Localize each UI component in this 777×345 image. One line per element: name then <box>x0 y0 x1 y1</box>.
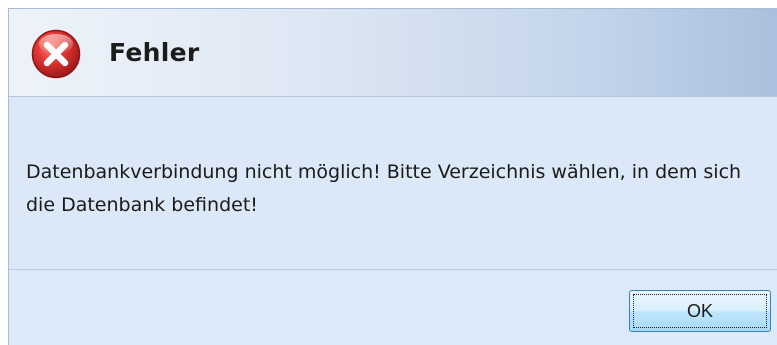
dialog-header: Fehler <box>9 9 777 97</box>
dialog-content: Datenbankverbindung nicht möglich! Bitte… <box>9 97 777 269</box>
dialog-title: Fehler <box>109 38 200 67</box>
dialog-footer: OK <box>9 269 777 345</box>
ok-button-label: OK <box>633 294 767 328</box>
error-dialog: Fehler Datenbankverbindung nicht möglich… <box>8 8 777 345</box>
error-message: Datenbankverbindung nicht möglich! Bitte… <box>26 161 742 216</box>
ok-button[interactable]: OK <box>629 290 771 332</box>
error-icon <box>31 29 81 79</box>
